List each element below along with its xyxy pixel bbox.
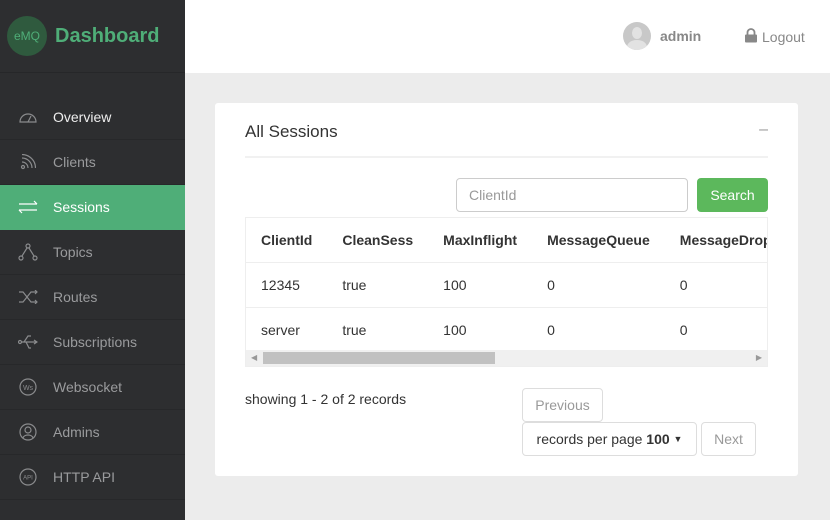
sessions-table: ClientId CleanSess MaxInflight MessageQu…	[245, 217, 768, 367]
records-per-page-label: records per page	[536, 431, 643, 447]
cell-message-dropped: 0	[664, 261, 767, 307]
cell-client-id: 12345	[246, 261, 328, 307]
card-title: All Sessions	[245, 122, 338, 141]
sidebar-item-http-api[interactable]: API HTTP API	[0, 455, 185, 500]
sidebar-item-clients[interactable]: Clients	[0, 140, 185, 185]
sidebar-item-label: Overview	[53, 109, 112, 125]
exchange-icon	[17, 200, 39, 214]
cell-message-queue: 0	[532, 261, 665, 307]
divider	[245, 156, 768, 158]
table-row: 12345 true 100 0 0	[246, 261, 767, 307]
lock-icon	[744, 28, 758, 46]
collapse-button[interactable]: –	[759, 121, 768, 139]
sidebar-item-label: Admins	[53, 424, 100, 440]
cell-clean-sess: true	[327, 261, 429, 307]
horizontal-scrollbar[interactable]: ◀ ▶	[246, 350, 767, 366]
sidebar-nav: Overview Clients Sessions Topics Routes …	[0, 95, 185, 500]
username[interactable]: admin	[660, 28, 701, 44]
previous-button[interactable]: Previous	[522, 388, 603, 422]
usb-icon	[17, 334, 39, 350]
user-circle-icon	[17, 423, 39, 441]
cell-clean-sess: true	[327, 306, 429, 352]
topbar: admin Logout	[185, 0, 830, 73]
sidebar-item-websocket[interactable]: Ws Websocket	[0, 365, 185, 410]
records-per-page-value: 100	[646, 431, 670, 447]
logo: eMQ	[7, 16, 47, 56]
scroll-right-icon[interactable]: ▶	[756, 353, 762, 362]
share-nodes-icon	[17, 243, 39, 261]
scroll-left-icon[interactable]: ◀	[251, 353, 257, 362]
cell-message-dropped: 0	[664, 306, 767, 352]
scrollbar-thumb[interactable]	[263, 352, 495, 364]
gauge-icon	[17, 110, 39, 124]
search-button[interactable]: Search	[697, 178, 768, 212]
next-button[interactable]: Next	[701, 422, 756, 456]
sidebar-item-label: Routes	[53, 289, 98, 305]
sidebar-item-label: Sessions	[53, 199, 110, 215]
logout-button[interactable]: Logout	[744, 28, 805, 46]
svg-text:Ws: Ws	[23, 385, 34, 392]
brand-name[interactable]: Dashboard	[55, 25, 159, 48]
column-header[interactable]: ClientId	[246, 218, 327, 262]
client-id-search-input[interactable]	[456, 178, 688, 212]
records-per-page-dropdown[interactable]: records per page 100 ▼	[522, 422, 697, 456]
sidebar-item-subscriptions[interactable]: Subscriptions	[0, 320, 185, 365]
cell-max-inflight: 100	[428, 261, 533, 307]
sidebar-item-label: Clients	[53, 154, 96, 170]
ws-icon: Ws	[17, 378, 39, 396]
sidebar-item-label: HTTP API	[53, 469, 115, 485]
caret-down-icon: ▼	[673, 434, 683, 444]
sessions-card: All Sessions – Search ClientId CleanSess…	[215, 103, 798, 476]
brand: eMQ Dashboard	[0, 0, 185, 73]
sidebar-item-overview[interactable]: Overview	[0, 95, 185, 140]
column-header[interactable]: MessageDropped	[665, 218, 767, 262]
column-header[interactable]: MaxInflight	[428, 218, 532, 262]
table-row: server true 100 0 0	[246, 306, 767, 352]
api-icon: API	[17, 468, 39, 486]
sidebar-item-label: Subscriptions	[53, 334, 138, 350]
table-header-row: ClientId CleanSess MaxInflight MessageQu…	[246, 218, 767, 262]
logout-label: Logout	[762, 29, 805, 45]
records-summary: showing 1 - 2 of 2 records	[245, 391, 407, 407]
sidebar-item-routes[interactable]: Routes	[0, 275, 185, 320]
sidebar-item-admins[interactable]: Admins	[0, 410, 185, 455]
sidebar-item-label: Websocket	[53, 379, 122, 395]
cell-message-queue: 0	[532, 306, 665, 352]
rss-icon	[17, 154, 39, 170]
sidebar-item-topics[interactable]: Topics	[0, 230, 185, 275]
column-header[interactable]: CleanSess	[327, 218, 428, 262]
sidebar-item-sessions[interactable]: Sessions	[0, 185, 185, 230]
svg-text:API: API	[23, 476, 33, 482]
sidebar: eMQ Dashboard Overview Clients Sessions …	[0, 0, 185, 520]
sidebar-item-label: Topics	[53, 244, 93, 260]
shuffle-icon	[17, 290, 39, 304]
column-header[interactable]: MessageQueue	[532, 218, 665, 262]
cell-max-inflight: 100	[428, 306, 533, 352]
cell-client-id: server	[246, 306, 328, 352]
avatar[interactable]	[623, 22, 651, 50]
